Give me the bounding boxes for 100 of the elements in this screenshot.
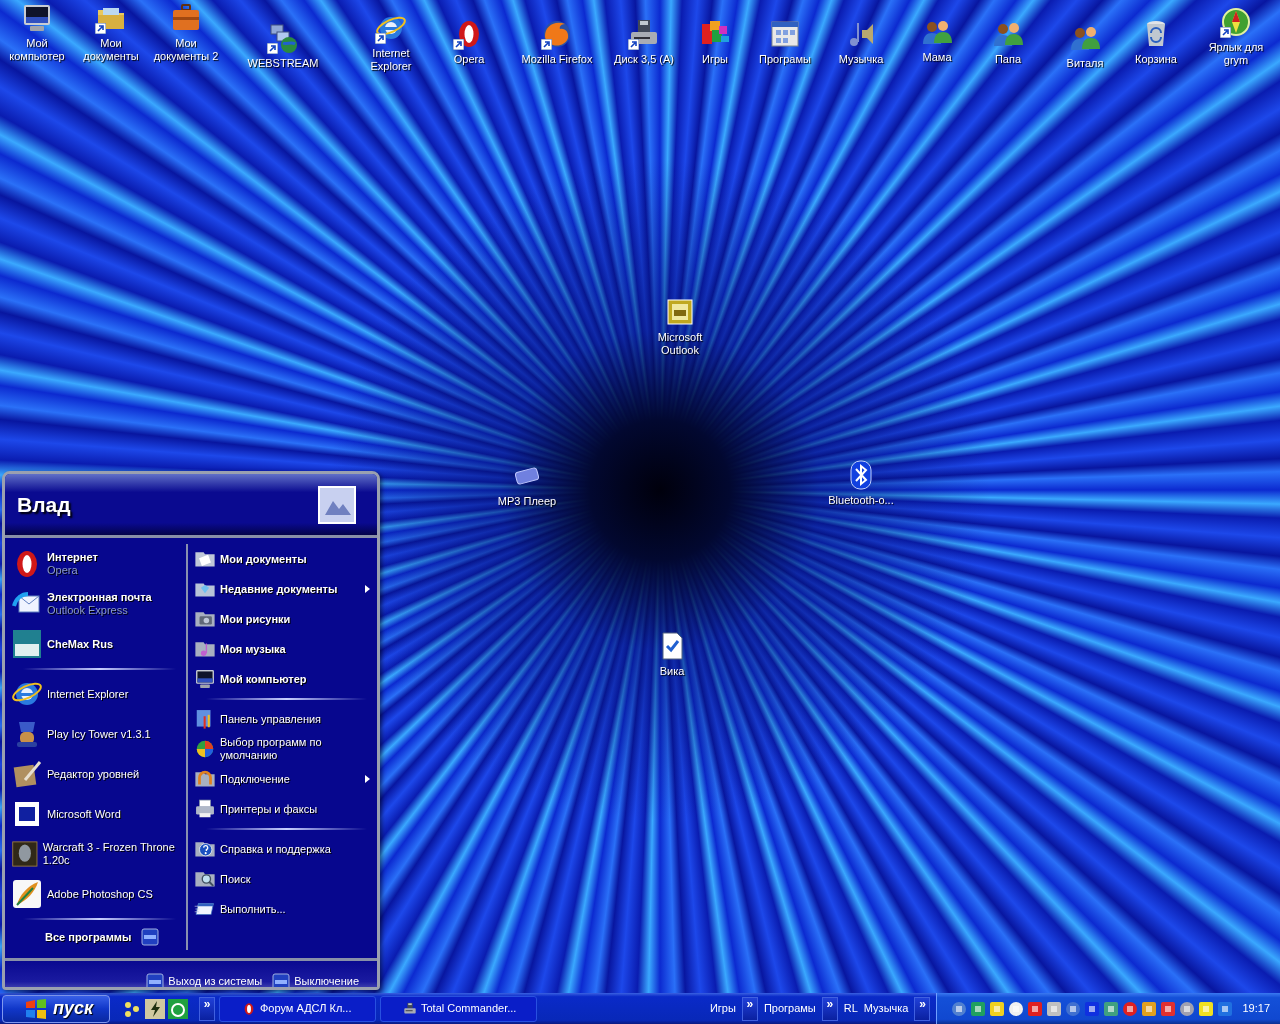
menu-place[interactable]: Недавние документы [194, 574, 370, 604]
all-programs-button[interactable]: Все программы [11, 924, 186, 950]
opera-icon [242, 1001, 256, 1016]
chemax-logo-icon [11, 628, 43, 660]
taskbar-window[interactable]: Total Commander... [380, 995, 537, 1022]
desktop-shortcut[interactable]: Ярлык для grym [1204, 6, 1268, 67]
desktop-shortcut[interactable]: MP3 Плеер [487, 460, 567, 508]
desktop-shortcut[interactable]: Корзина [1121, 18, 1191, 66]
menu-place[interactable]: Подключение [194, 764, 370, 794]
desktop-shortcut[interactable]: Мои документы 2 [149, 2, 223, 63]
toolbar-label[interactable]: Игры [709, 1000, 736, 1017]
submenu-arrow-icon [365, 775, 370, 783]
tray-icon[interactable] [989, 1000, 1006, 1017]
user-name: Влад [17, 491, 71, 518]
program-folder-icon [769, 18, 801, 50]
pinned-program[interactable]: CheMax Rus [11, 624, 186, 664]
desktop-shortcut[interactable]: Програмы [750, 18, 820, 66]
tray-icon[interactable] [951, 1000, 968, 1017]
clock: 19:17 [1242, 1001, 1270, 1017]
recent-program[interactable]: Adobe Photoshop CS [11, 874, 183, 914]
power-button-icon [146, 972, 165, 987]
color-circle-icon [194, 738, 216, 760]
desktop-shortcut[interactable]: Мой компьютер [4, 2, 70, 63]
quick-launch-more[interactable]: » [199, 996, 215, 1021]
menu-place[interactable]: Выполнить... [194, 894, 370, 924]
shortcut-arrow-icon [628, 39, 639, 50]
menu-place[interactable]: Мои документы [194, 544, 370, 574]
desktop-shortcut[interactable]: WEBSTREAM [243, 22, 323, 70]
tray-icon[interactable] [1084, 1000, 1101, 1017]
shortcut-arrow-icon [375, 33, 386, 44]
desktop-shortcut[interactable]: Виталя [1050, 22, 1120, 70]
monitor-icon [21, 2, 53, 34]
shortcut-arrow-icon [541, 39, 552, 50]
toolbar-label[interactable]: Музычка [863, 1000, 909, 1017]
tray-icon[interactable] [1103, 1000, 1120, 1017]
toolbar-more[interactable]: » [914, 996, 931, 1021]
desktop-shortcut[interactable]: Мама [902, 16, 972, 64]
menu-place[interactable]: Выбор программ по умолчанию [194, 734, 370, 764]
connection-folder-icon [194, 768, 216, 790]
toolbar-label[interactable]: RL [843, 1000, 858, 1017]
recent-program[interactable]: Internet Explorer [11, 674, 183, 714]
desktop-shortcut[interactable]: Папа [973, 18, 1043, 66]
recent-program[interactable]: Play Icy Tower v1.3.1 [11, 714, 183, 754]
tray-icon[interactable] [1046, 1000, 1063, 1017]
floppy-drive-icon [403, 1001, 417, 1016]
pinned-program[interactable]: Электронная почта Outlook Express [11, 584, 186, 624]
menu-place[interactable]: Принтеры и факсы [194, 794, 370, 824]
footer-button[interactable]: Выключение [272, 972, 359, 987]
menu-place[interactable]: Моя музыка [194, 634, 370, 664]
tray-icon[interactable] [1198, 1000, 1215, 1017]
recent-program[interactable]: Редактор уровней [11, 754, 183, 794]
desktop-shortcut[interactable]: Музычка [826, 18, 896, 66]
calendar-icon [664, 296, 696, 328]
pinned-program[interactable]: Интернет Opera [11, 544, 186, 584]
smiley-icon[interactable] [168, 998, 188, 1019]
desktop-shortcut[interactable]: Bluetooth-o... [816, 459, 906, 507]
toolbar-label[interactable]: Програмы [763, 1000, 816, 1017]
desktop-shortcut[interactable]: Opera [434, 18, 504, 66]
shortcut-arrow-icon [453, 39, 464, 50]
arrow-button-icon [141, 928, 160, 946]
tray-icon[interactable] [1217, 1000, 1234, 1017]
taskbar-window[interactable]: Форум АДСЛ Кл... [219, 995, 376, 1022]
recent-program[interactable]: Microsoft Word [11, 794, 183, 834]
desktop-shortcut[interactable]: Вика [642, 630, 702, 678]
printer-icon [194, 798, 216, 820]
compass-icon [1220, 6, 1252, 38]
tray-icon[interactable] [970, 1000, 987, 1017]
tray-icon[interactable] [1179, 1000, 1196, 1017]
tray-icon[interactable] [1141, 1000, 1158, 1017]
windows-logo-icon [25, 998, 47, 1019]
tray-icon[interactable] [1027, 1000, 1044, 1017]
menu-place[interactable]: Мой компьютер [194, 664, 370, 694]
shortcut-arrow-icon [95, 23, 106, 34]
feather-icon [11, 878, 43, 910]
menu-place[interactable]: Панель управления [194, 704, 370, 734]
menu-place[interactable]: Поиск [194, 864, 370, 894]
desktop-shortcut[interactable]: Мои документы [78, 2, 144, 63]
tray-icon[interactable] [1122, 1000, 1139, 1017]
submenu-arrow-icon [365, 585, 370, 593]
menu-place[interactable]: Мои рисунки [194, 604, 370, 634]
fox-globe-icon [541, 18, 573, 50]
recent-program[interactable]: Warcraft 3 - Frozen Throne 1.20c [11, 834, 183, 874]
toolbar-more[interactable]: » [821, 996, 838, 1021]
shortcut-arrow-icon [267, 43, 278, 54]
desktop-shortcut[interactable]: Microsoft Outlook [645, 296, 715, 357]
power-button-icon [272, 972, 291, 987]
desktop-shortcut[interactable]: Internet Explorer [361, 12, 421, 73]
tray-icon[interactable] [1008, 1000, 1025, 1017]
shortcut-arrow-icon [1220, 27, 1231, 38]
tray-icon[interactable] [1160, 1000, 1177, 1017]
toolbar-more[interactable]: » [741, 996, 758, 1021]
lightning-icon[interactable] [145, 998, 165, 1019]
quill-scroll-icon [11, 758, 43, 790]
tray-icon[interactable] [1065, 1000, 1082, 1017]
network-computers-icon [267, 22, 299, 54]
user-picture-icon [317, 484, 357, 525]
monitor-icon [194, 668, 216, 690]
start-button[interactable]: пуск [2, 994, 110, 1023]
menu-place[interactable]: Справка и поддержка [194, 834, 370, 864]
footer-button[interactable]: Выход из системы [146, 972, 263, 987]
